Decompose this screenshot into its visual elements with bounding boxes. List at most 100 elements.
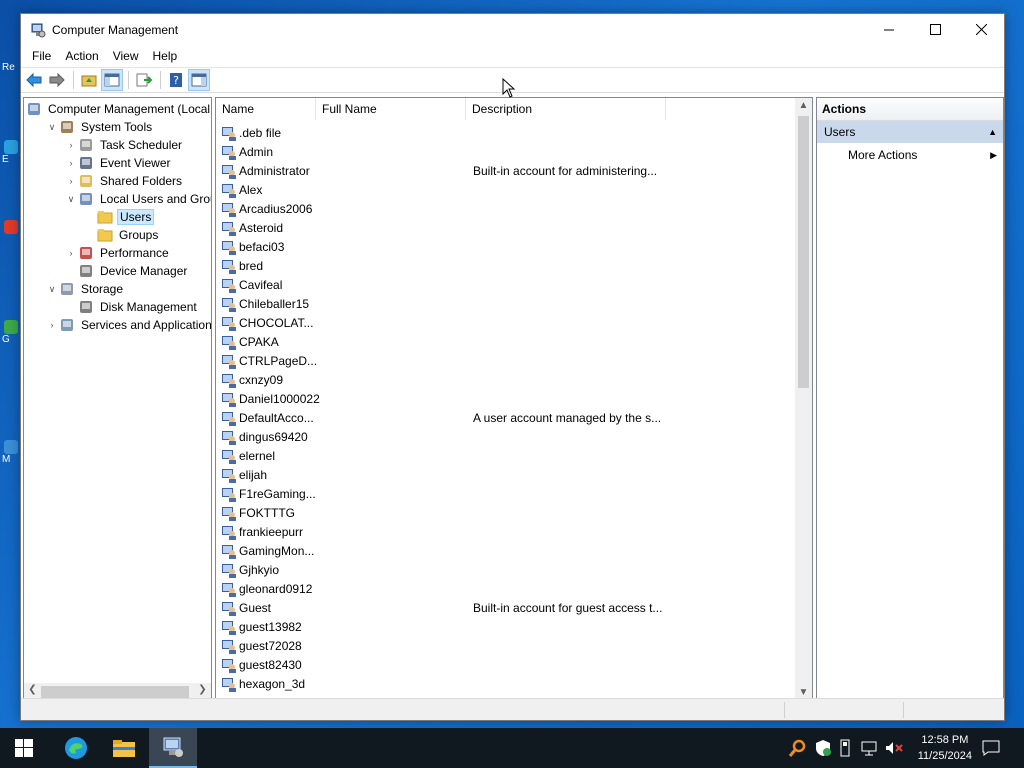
maximize-button[interactable] — [912, 14, 958, 45]
user-row[interactable]: CTRLPageD... — [216, 351, 335, 370]
user-row[interactable]: FOKTTTG — [216, 503, 335, 522]
tree-item[interactable]: ∨ Storage — [45, 280, 125, 298]
taskbar-computer-management[interactable] — [149, 728, 197, 768]
collapsed-chevron-icon[interactable]: › — [64, 140, 78, 150]
show-hide-console-tree-button[interactable] — [101, 69, 123, 91]
scroll-thumb[interactable] — [41, 686, 189, 698]
collapse-icon[interactable]: ▲ — [988, 121, 997, 143]
column-full-name[interactable]: Full Name — [316, 98, 466, 120]
scroll-down-icon[interactable]: ▼ — [795, 687, 812, 698]
show-hide-action-pane-button[interactable] — [188, 69, 210, 91]
user-row[interactable]: CPAKA — [216, 332, 335, 351]
user-name: Alex — [239, 182, 263, 197]
help-button[interactable]: ? — [165, 69, 187, 91]
user-row[interactable]: guest82430 — [216, 655, 335, 674]
tree-item[interactable]: Device Manager — [64, 262, 189, 280]
network-icon[interactable] — [860, 740, 878, 756]
tree-item[interactable]: › Services and Applications — [45, 316, 212, 334]
user-row[interactable]: bred — [216, 256, 335, 275]
user-row[interactable]: Alex — [216, 180, 335, 199]
export-list-button[interactable] — [133, 69, 155, 91]
security-shield-icon[interactable] — [814, 739, 832, 757]
user-row[interactable]: Admin — [216, 142, 335, 161]
user-row[interactable]: elernel — [216, 446, 335, 465]
tree-item[interactable]: › Event Viewer — [64, 154, 172, 172]
desktop-icon-edge[interactable]: E — [2, 140, 20, 170]
column-description[interactable]: Description — [466, 98, 666, 120]
user-row[interactable]: Daniel1000022 — [216, 389, 335, 408]
user-row[interactable]: frankieepurr — [216, 522, 335, 541]
user-account-icon — [221, 372, 237, 388]
user-row[interactable]: Gjhkyio — [216, 560, 335, 579]
tree-item[interactable]: ∨ Local Users and Groups — [64, 190, 211, 208]
expanded-chevron-icon[interactable]: ∨ — [64, 194, 78, 205]
scroll-thumb[interactable] — [798, 116, 809, 388]
user-row[interactable]: Cavifeal — [216, 275, 335, 294]
menu-help[interactable]: Help — [146, 45, 185, 67]
user-row[interactable]: Asteroid — [216, 218, 335, 237]
user-row[interactable]: DefaultAcco... A user account managed by … — [216, 408, 661, 427]
expanded-chevron-icon[interactable]: ∨ — [45, 122, 59, 133]
desktop-icon-app[interactable] — [2, 220, 20, 250]
user-row[interactable]: elijah — [216, 465, 335, 484]
actions-section-users[interactable]: Users ▲ — [817, 121, 1003, 143]
more-actions-item[interactable]: More Actions ▶ — [817, 143, 1003, 167]
volume-muted-icon[interactable] — [884, 740, 904, 756]
menu-file[interactable]: File — [25, 45, 58, 67]
start-button[interactable] — [0, 728, 48, 768]
up-one-level-button[interactable] — [78, 69, 100, 91]
taskbar-edge[interactable] — [52, 728, 100, 768]
usb-device-icon[interactable] — [838, 739, 852, 757]
user-row[interactable]: guest72028 — [216, 636, 335, 655]
tree-item[interactable]: › Performance — [64, 244, 171, 262]
user-row[interactable]: dingus69420 — [216, 427, 335, 446]
tree-item[interactable]: ∨ System Tools — [45, 118, 154, 136]
scroll-left-icon[interactable]: ❮ — [24, 684, 41, 695]
expanded-chevron-icon[interactable]: ∨ — [45, 284, 59, 295]
user-row[interactable]: gleonard0912 — [216, 579, 335, 598]
user-row[interactable]: Arcadius2006 — [216, 199, 335, 218]
tree-item[interactable]: Computer Management (Local — [26, 100, 211, 118]
tree-item[interactable]: › Task Scheduler — [64, 136, 184, 154]
scroll-right-icon[interactable]: ❯ — [194, 684, 211, 695]
scroll-up-icon[interactable]: ▲ — [795, 100, 812, 111]
user-row[interactable]: guest13982 — [216, 617, 335, 636]
user-name: .deb file — [239, 125, 282, 140]
desktop-icon-chrome[interactable]: G — [2, 320, 20, 350]
tree-item[interactable]: Disk Management — [64, 298, 199, 316]
tree-item[interactable]: Users — [83, 208, 155, 226]
list-vertical-scrollbar[interactable]: ▲ ▼ — [795, 98, 812, 700]
user-row[interactable]: GamingMon... — [216, 541, 335, 560]
desktop-icon-recycle[interactable]: Re — [2, 62, 20, 92]
user-row[interactable]: hexagon_3d — [216, 674, 335, 693]
user-row[interactable]: Chileballer15 — [216, 294, 335, 313]
collapsed-chevron-icon[interactable]: › — [64, 176, 78, 186]
minimize-button[interactable] — [866, 14, 912, 45]
back-button[interactable] — [23, 69, 45, 91]
search-tray-icon[interactable] — [788, 738, 808, 758]
menu-view[interactable]: View — [106, 45, 146, 67]
user-row[interactable]: befaci03 — [216, 237, 335, 256]
collapsed-chevron-icon[interactable]: › — [64, 158, 78, 168]
user-row[interactable]: .deb file — [216, 123, 335, 142]
user-row[interactable]: CHOCOLAT... — [216, 313, 335, 332]
desktop-icon-misc[interactable]: M — [2, 440, 20, 470]
menu-action[interactable]: Action — [58, 45, 105, 67]
taskbar-clock[interactable]: 12:58 PM 11/25/2024 — [918, 732, 972, 764]
notifications-button[interactable] — [968, 728, 1014, 768]
column-name[interactable]: Name — [216, 98, 316, 120]
collapsed-chevron-icon[interactable]: › — [64, 248, 78, 258]
forward-button[interactable] — [46, 69, 68, 91]
tree-item[interactable]: Groups — [83, 226, 160, 244]
close-button[interactable] — [958, 14, 1004, 45]
user-account-icon — [221, 676, 237, 692]
tree-item[interactable]: › Shared Folders — [64, 172, 184, 190]
user-row[interactable]: Administrator Built-in account for admini… — [216, 161, 657, 180]
user-row[interactable]: Guest Built-in account for guest access t… — [216, 598, 662, 617]
mouse-cursor-icon — [502, 78, 516, 98]
taskbar-file-explorer[interactable] — [100, 728, 148, 768]
collapsed-chevron-icon[interactable]: › — [45, 320, 59, 330]
user-row[interactable]: F1reGaming... — [216, 484, 335, 503]
user-row[interactable]: cxnzy09 — [216, 370, 335, 389]
title-bar[interactable]: Computer Management — [21, 14, 1004, 45]
